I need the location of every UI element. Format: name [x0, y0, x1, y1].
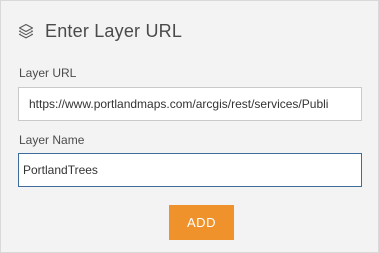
panel-header: Enter Layer URL — [17, 19, 182, 43]
panel-title: Enter Layer URL — [45, 20, 183, 41]
layer-url-input[interactable] — [18, 87, 362, 121]
layer-name-label: Layer Name — [19, 133, 85, 147]
layers-icon — [17, 22, 35, 40]
enter-layer-url-panel: Enter Layer URL Layer URL Layer Name ADD — [0, 0, 379, 253]
layer-name-input[interactable] — [18, 153, 362, 187]
add-button[interactable]: ADD — [169, 205, 234, 240]
layer-url-label: Layer URL — [19, 66, 77, 80]
